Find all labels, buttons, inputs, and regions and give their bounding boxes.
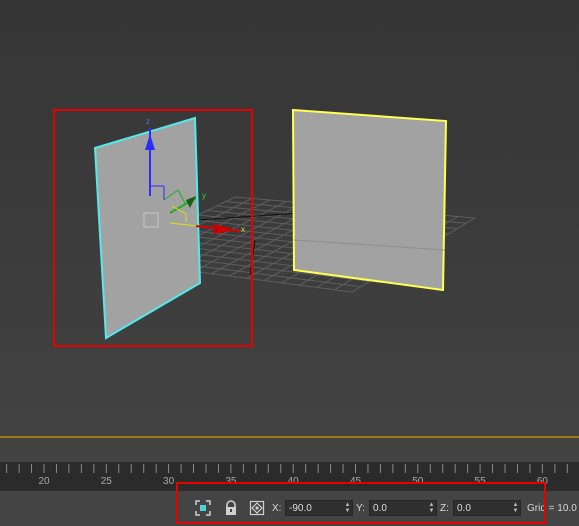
- plane-right: [291, 108, 448, 292]
- ruler-tick-label: 30: [163, 476, 175, 487]
- ruler-tick-label: 20: [38, 476, 50, 487]
- highlight-selected-plane: [53, 109, 253, 347]
- ruler-tick-label: 25: [100, 476, 112, 487]
- highlight-coordinate-fields: [176, 482, 546, 524]
